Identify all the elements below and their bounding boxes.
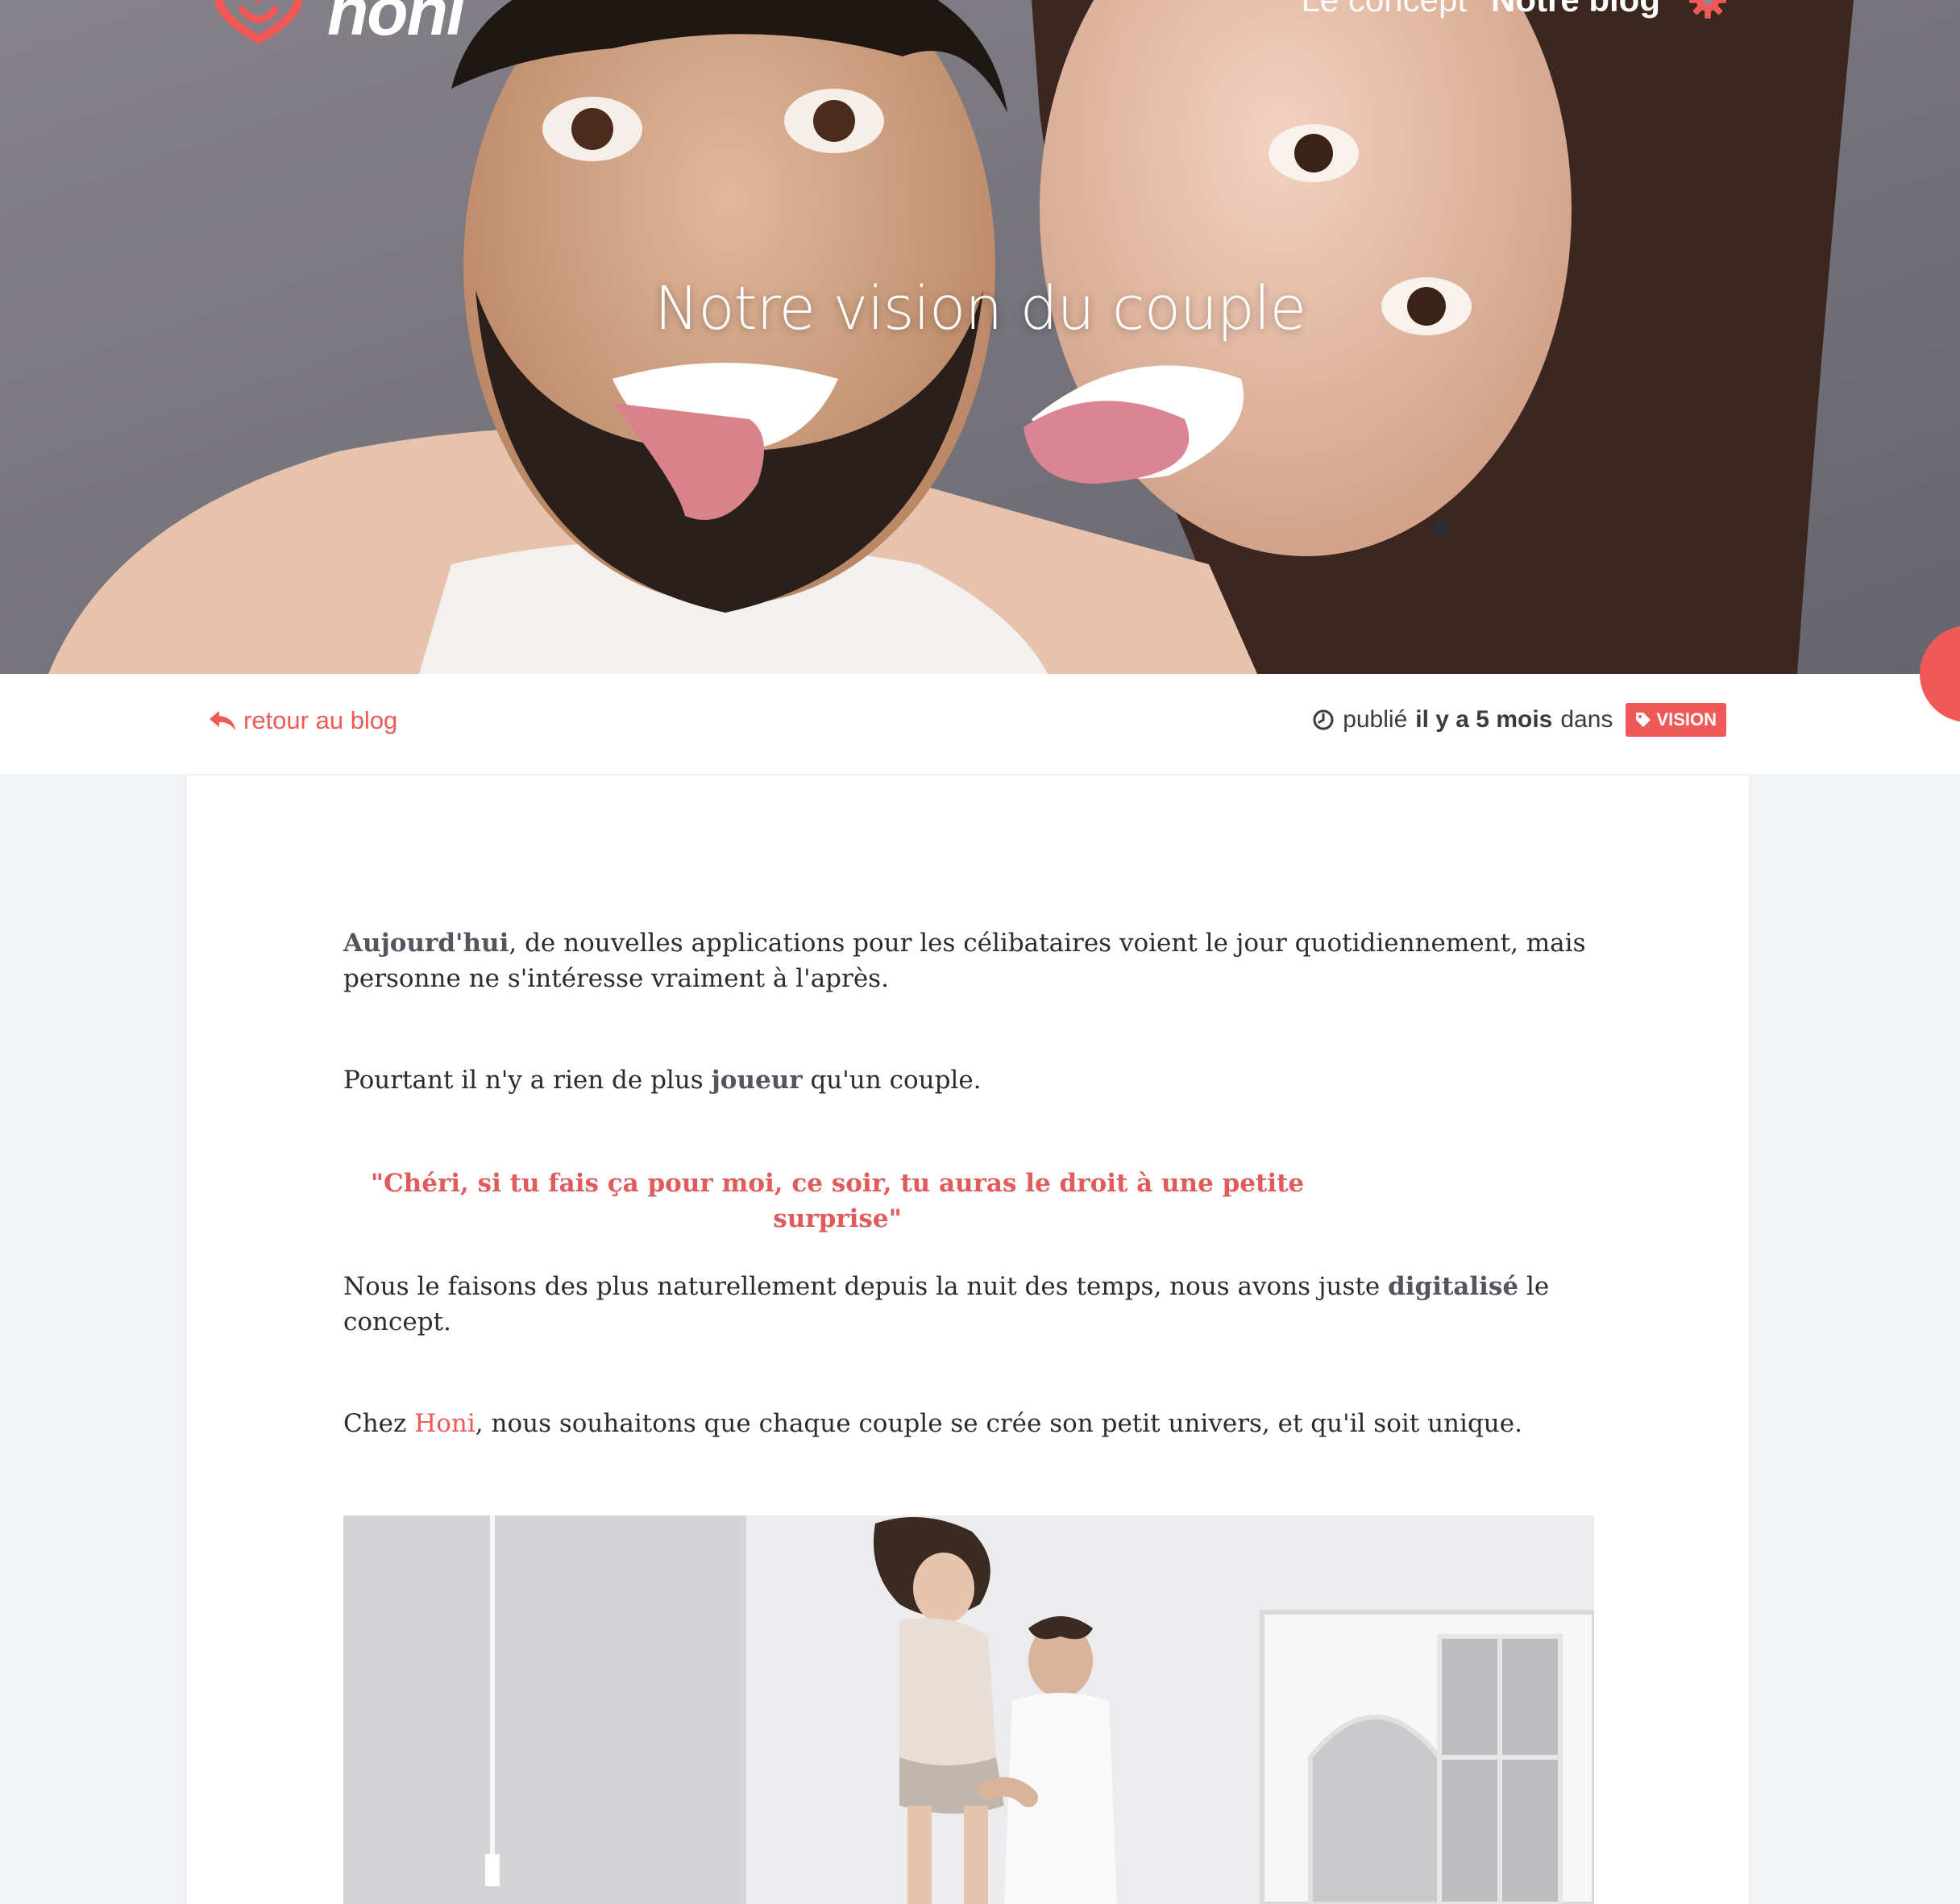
clock-icon	[1313, 709, 1334, 730]
back-to-blog-link[interactable]: retour au blog	[208, 706, 397, 735]
paragraph-playful-after: qu'un couple.	[802, 1066, 982, 1095]
couple-jumping-photo	[343, 1515, 1594, 1904]
paragraph-playful-before: Pourtant il n'y a rien de plus	[343, 1066, 712, 1095]
honi-heart-logo-icon	[214, 0, 303, 44]
nav-link-blog[interactable]: Notre blog	[1491, 0, 1660, 19]
category-tag[interactable]: VISION	[1626, 703, 1726, 737]
tag-icon	[1636, 713, 1651, 727]
paragraph-digital: Nous le faisons des plus naturellement d…	[343, 1269, 1594, 1340]
published-time: il y a 5 mois	[1415, 706, 1553, 733]
nav-link-concept[interactable]: Le concept	[1302, 0, 1468, 19]
emphasis-aujourdhui: Aujourd'hui	[343, 929, 509, 958]
published-suffix: dans	[1560, 706, 1613, 733]
published-prefix: publié	[1343, 706, 1408, 733]
paragraph-intro-text: , de nouvelles applications pour les cél…	[343, 929, 1586, 993]
paragraph-digital-before: Nous le faisons des plus naturellement d…	[343, 1272, 1389, 1301]
gear-icon[interactable]	[1689, 0, 1726, 19]
reply-arrow-icon	[210, 711, 235, 730]
paragraph-intro: Aujourd'hui, de nouvelles applications p…	[343, 925, 1594, 996]
article-meta-bar: retour au blog publié il y a 5 mois dans…	[0, 674, 1960, 774]
pull-quote: "Chéri, si tu fais ça pour moi, ce soir,…	[370, 1169, 1305, 1233]
emphasis-joueur: joueur	[711, 1066, 803, 1095]
hero-banner: honi Le concept Notre blog Notre vision …	[0, 0, 1960, 674]
back-link-label: retour au blog	[243, 706, 398, 734]
site-logo[interactable]: honi	[208, 0, 465, 51]
paragraph-honi-after: , nous souhaitons que chaque couple se c…	[475, 1409, 1522, 1438]
category-tag-label: VISION	[1656, 709, 1717, 730]
page-title: Notre vision du couple	[654, 274, 1306, 343]
paragraph-honi-before: Chez	[343, 1409, 415, 1438]
emphasis-digitalise: digitalisé	[1388, 1272, 1519, 1301]
publish-info: publié il y a 5 mois dans VISION	[1312, 703, 1726, 737]
article-image	[343, 1515, 1594, 1904]
logo-wordmark: honi	[327, 0, 465, 49]
paragraph-playful: Pourtant il n'y a rien de plus joueur qu…	[343, 1062, 1594, 1098]
article-card: Aujourd'hui, de nouvelles applications p…	[187, 775, 1749, 1904]
paragraph-honi: Chez Honi, nous souhaitons que chaque co…	[343, 1406, 1594, 1441]
honi-link[interactable]: Honi	[414, 1409, 475, 1438]
top-navigation: Le concept Notre blog	[1302, 0, 1726, 19]
